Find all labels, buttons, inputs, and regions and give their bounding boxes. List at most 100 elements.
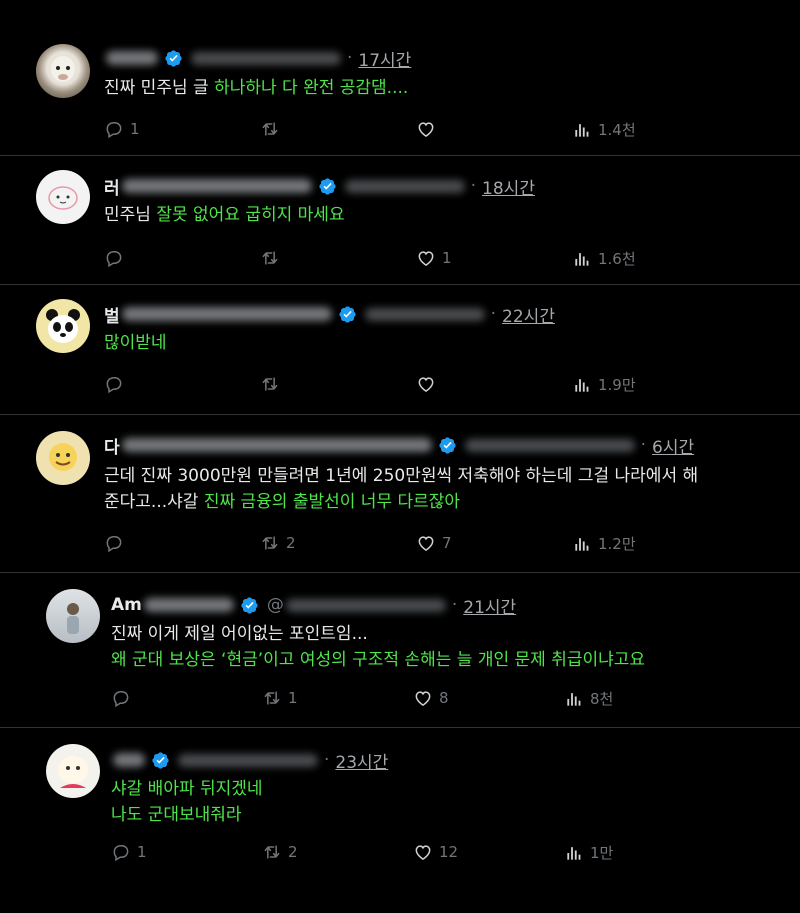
blurred-handle xyxy=(285,598,446,612)
like-count: 1 xyxy=(442,249,452,267)
avatar[interactable] xyxy=(36,44,90,98)
display-name-prefix[interactable]: Am xyxy=(111,595,142,615)
post-time[interactable]: 23시간 xyxy=(335,748,388,773)
post-header: 다 · 6시간 xyxy=(104,433,694,458)
post-text-line: 진짜 이게 제일 어이없는 포인트임... xyxy=(111,624,368,644)
post-time[interactable]: 22시간 xyxy=(502,302,555,327)
like-button[interactable]: 8 xyxy=(413,688,449,708)
like-icon xyxy=(413,842,433,862)
like-button[interactable]: 1 xyxy=(416,248,452,268)
reply-post[interactable]: · 23시간 샤갈 배아파 뒤지겠네 나도 군대보내줘라 1 2 12 1만 xyxy=(0,728,800,913)
blurred-handle xyxy=(178,753,318,767)
action-bar: 2 7 1.2만 xyxy=(104,533,664,557)
character-avatar-icon xyxy=(49,443,77,471)
repost-button[interactable] xyxy=(260,119,286,139)
post-text-highlight: 하나하나 다 완전 공감댐.... xyxy=(214,78,409,98)
post-text-highlight: 진짜 금융의 출발선이 너무 다르잖아 xyxy=(203,492,461,512)
reply-button[interactable]: 1 xyxy=(104,119,140,139)
person-avatar-icon xyxy=(67,603,79,634)
avatar[interactable] xyxy=(46,744,100,798)
display-name-prefix[interactable]: 벌 xyxy=(104,302,120,327)
reply-button[interactable] xyxy=(104,374,130,394)
post-text-plain: 진짜 민주님 글 xyxy=(104,78,215,98)
post-time[interactable]: 18시간 xyxy=(482,174,535,199)
blurred-display-name xyxy=(121,179,312,193)
like-button[interactable] xyxy=(416,374,442,394)
reply-icon xyxy=(104,374,124,394)
post-text: 근데 진짜 3000만원 만들려면 1년에 250만원씩 저축해야 하는데 그걸… xyxy=(104,463,784,515)
reply-post[interactable]: 벌 · 22시간 많이받네 1.9만 xyxy=(0,285,800,415)
views-button[interactable]: 1만 xyxy=(564,842,613,863)
post-header: · 17시간 xyxy=(104,46,411,71)
repost-button[interactable] xyxy=(260,374,286,394)
reply-icon xyxy=(111,842,131,862)
avatar[interactable] xyxy=(36,431,90,485)
like-count: 7 xyxy=(442,534,452,552)
post-text-line: 준다고...샤갈 진짜 금융의 출발선이 너무 다르잖아 xyxy=(104,489,784,515)
post-text-line: 근데 진짜 3000만원 만들려면 1년에 250만원씩 저축해야 하는데 그걸… xyxy=(104,466,699,486)
like-count: 12 xyxy=(439,843,459,861)
repost-button[interactable]: 2 xyxy=(262,842,298,862)
blurred-display-name xyxy=(121,307,332,321)
reply-icon xyxy=(111,688,131,708)
reply-count: 1 xyxy=(130,120,140,138)
separator-dot: · xyxy=(324,750,330,770)
post-text: 샤갈 배아파 뒤지겠네 나도 군대보내줘라 xyxy=(111,776,263,828)
action-bar: 1 1.6천 xyxy=(104,248,664,272)
repost-count: 1 xyxy=(288,689,298,707)
action-bar: 1 2 12 1만 xyxy=(111,842,671,866)
blurred-handle xyxy=(364,307,485,321)
reply-button[interactable]: 1 xyxy=(111,842,147,862)
views-icon xyxy=(572,534,592,554)
avatar[interactable] xyxy=(36,299,90,353)
reply-icon xyxy=(104,248,124,268)
reply-post[interactable]: · 17시간 진짜 민주님 글 하나하나 다 완전 공감댐.... 1 1.4천 xyxy=(0,30,800,156)
post-header: · 23시간 xyxy=(111,748,388,773)
repost-button[interactable]: 2 xyxy=(260,533,296,553)
separator-dot: · xyxy=(490,304,497,324)
animal-avatar-icon xyxy=(58,756,88,788)
display-name-prefix[interactable]: 다 xyxy=(104,433,120,458)
like-icon xyxy=(416,533,436,553)
blurred-handle xyxy=(344,179,465,193)
reply-button[interactable] xyxy=(111,688,137,708)
repost-icon xyxy=(260,374,280,394)
view-count: 1만 xyxy=(590,844,614,862)
post-text: 진짜 민주님 글 하나하나 다 완전 공감댐.... xyxy=(104,75,408,101)
post-time[interactable]: 17시간 xyxy=(358,46,411,71)
like-button[interactable]: 12 xyxy=(413,842,458,862)
reply-button[interactable] xyxy=(104,533,130,553)
repost-icon xyxy=(260,533,280,553)
views-button[interactable]: 1.9만 xyxy=(572,374,636,395)
views-button[interactable]: 1.4천 xyxy=(572,119,636,140)
view-count: 1.6천 xyxy=(598,250,636,268)
repost-count: 2 xyxy=(288,843,298,861)
repost-button[interactable]: 1 xyxy=(262,688,298,708)
views-button[interactable]: 1.6천 xyxy=(572,248,636,269)
views-button[interactable]: 8천 xyxy=(564,688,613,709)
views-button[interactable]: 1.2만 xyxy=(572,533,636,554)
avatar[interactable] xyxy=(46,589,100,643)
display-name-prefix[interactable]: 러 xyxy=(104,174,120,199)
views-icon xyxy=(564,843,584,863)
verified-badge-icon xyxy=(151,751,170,770)
reply-button[interactable] xyxy=(104,248,130,268)
like-button[interactable]: 7 xyxy=(416,533,452,553)
reply-icon xyxy=(104,533,124,553)
action-bar: 1 8 8천 xyxy=(111,688,671,712)
reply-post[interactable]: Am @ · 21시간 진짜 이게 제일 어이없는 포인트임... 왜 군대 보… xyxy=(0,573,800,728)
avatar[interactable] xyxy=(36,170,90,224)
view-count: 8천 xyxy=(590,690,614,708)
reply-feed: · 17시간 진짜 민주님 글 하나하나 다 완전 공감댐.... 1 1.4천… xyxy=(0,0,800,913)
post-time[interactable]: 21시간 xyxy=(463,593,516,618)
reply-post[interactable]: 러 · 18시간 민주님 잘못 없어요 굽히지 마세요 1 1.6천 xyxy=(0,156,800,285)
reply-post[interactable]: 다 · 6시간 근데 진짜 3000만원 만들려면 1년에 250만원씩 저축해… xyxy=(0,415,800,573)
blurred-display-name xyxy=(106,51,158,65)
repost-button[interactable] xyxy=(260,248,286,268)
verified-badge-icon xyxy=(318,177,337,196)
post-time[interactable]: 6시간 xyxy=(652,433,694,458)
post-text-plain: 준다고...샤갈 xyxy=(104,492,204,512)
repost-icon xyxy=(262,688,282,708)
like-button[interactable] xyxy=(416,119,442,139)
separator-dot: · xyxy=(451,595,458,615)
